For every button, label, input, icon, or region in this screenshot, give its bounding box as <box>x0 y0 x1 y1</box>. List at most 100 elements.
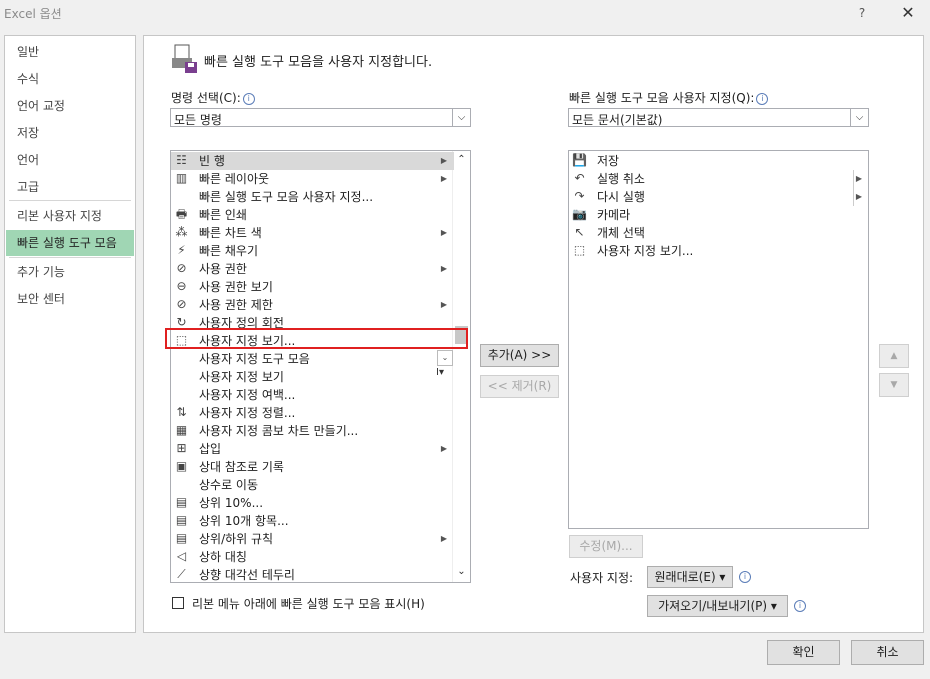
command-icon: ⚡ <box>177 243 186 257</box>
command-icon: ⁂ <box>175 225 188 239</box>
commands-scrollbar[interactable]: ⌃ ⌄ <box>452 151 470 582</box>
command-icon: ▥ <box>175 171 188 185</box>
sidebar-item-save[interactable]: 저장 <box>6 120 134 146</box>
command-label: 상위/하위 규칙 <box>199 532 274 546</box>
command-row[interactable]: ⊘ 사용 권한 제한 ▶ <box>171 296 454 314</box>
command-row[interactable]: ⟋ 상향 대각선 테두리 <box>171 566 454 582</box>
command-label: 사용 권한 보기 <box>199 280 273 294</box>
submenu-arrow-icon: ▶ <box>440 534 448 543</box>
command-label: 상위 10개 항목... <box>199 514 289 528</box>
sidebar-item-trust-center[interactable]: 보안 센터 <box>6 286 134 312</box>
command-label: 사용 권한 제한 <box>199 298 273 312</box>
toolbar-item-label: 저장 <box>597 154 620 168</box>
command-row[interactable]: ☷ 빈 행 ▶ <box>171 152 454 170</box>
command-label: 사용자 지정 여백... <box>199 388 296 402</box>
command-row[interactable]: ▦ 사용자 지정 콤보 차트 만들기... <box>171 422 454 440</box>
command-icon: ⊘ <box>176 261 187 275</box>
command-row[interactable]: ⁂ 빠른 차트 색 ▶ <box>171 224 454 242</box>
scroll-up-icon[interactable]: ⌃ <box>453 151 470 168</box>
command-row[interactable]: ⚡ 빠른 채우기 <box>171 242 454 260</box>
command-row[interactable]: ▤ 상위/하위 규칙 ▶ <box>171 530 454 548</box>
toolbar-item-row[interactable]: 💾 저장 <box>569 152 868 170</box>
window-title: Excel 옵션 <box>4 7 62 21</box>
command-label: 사용 권한 <box>199 262 247 276</box>
command-row[interactable]: ⇅ 사용자 지정 정렬... <box>171 404 454 422</box>
sidebar-item-customize-ribbon[interactable]: 리본 사용자 지정 <box>6 203 134 229</box>
sidebar-item-quick-access-toolbar[interactable]: 빠른 실행 도구 모음 <box>6 230 134 256</box>
command-icon: ◁ <box>176 549 187 563</box>
command-row[interactable]: 사용자 지정 도구 모음 <box>171 350 454 368</box>
sidebar-item-language[interactable]: 언어 <box>6 147 134 173</box>
show-below-ribbon-checkbox[interactable] <box>172 597 184 609</box>
choose-commands-value: 모든 명령 <box>174 113 222 127</box>
add-button[interactable]: 추가(A) >> <box>480 344 559 367</box>
toolbar-item-icon: ⬚ <box>573 243 586 257</box>
remove-button[interactable]: << 제거(R) <box>480 375 559 398</box>
toolbar-item-row[interactable]: ↖ 개체 선택 <box>569 224 868 242</box>
choose-commands-combo[interactable]: 모든 명령 ⌵ <box>170 108 471 127</box>
toolbar-dropdown-icon: ⌄ <box>437 350 453 366</box>
command-label: 상수로 이동 <box>199 478 259 492</box>
toolbar-item-row[interactable]: ⬚ 사용자 지정 보기... <box>569 242 868 260</box>
submenu-arrow-icon[interactable]: ▶ <box>853 170 864 188</box>
help-button[interactable]: ? <box>852 3 872 23</box>
command-row[interactable]: ⊞ 삽입 ▶ <box>171 440 454 458</box>
toolbar-item-label: 카메라 <box>597 208 631 222</box>
sidebar-item-proofing[interactable]: 언어 교정 <box>6 93 134 119</box>
ok-button[interactable]: 확인 <box>767 640 840 665</box>
customize-toolbar-combo[interactable]: 모든 문서(기본값) ⌵ <box>568 108 869 127</box>
move-up-button[interactable]: ▲ <box>879 344 909 368</box>
modify-button[interactable]: 수정(M)... <box>569 535 643 558</box>
command-row[interactable]: 🖶 빠른 인쇄 <box>171 206 454 224</box>
show-below-ribbon-label[interactable]: 리본 메뉴 아래에 빠른 실행 도구 모음 표시(H) <box>192 595 425 612</box>
command-row[interactable]: 빠른 실행 도구 모음 사용자 지정... <box>171 188 454 206</box>
toolbar-items-listbox[interactable]: 💾 저장 ↶ 실행 취소 ▶ ↷ 다시 실행 ▶ 📷 카메라 ↖ 개체 선택 ⬚ 사용자 지정 보기... <box>568 150 869 529</box>
command-row[interactable]: ▤ 상위 10개 항목... <box>171 512 454 530</box>
close-button[interactable]: ✕ <box>895 1 921 25</box>
command-icon: ▣ <box>175 459 188 473</box>
customize-toolbar-label: 빠른 실행 도구 모음 사용자 지정(Q): i <box>569 89 769 106</box>
command-row[interactable]: ▤ 상위 10%... <box>171 494 454 512</box>
command-icon: ▦ <box>175 423 188 437</box>
command-row[interactable]: ⊘ 사용 권한 ▶ <box>171 260 454 278</box>
chevron-down-icon[interactable]: ⌵ <box>452 109 470 126</box>
command-row[interactable]: ⊖ 사용 권한 보기 <box>171 278 454 296</box>
command-label: 빈 행 <box>199 154 225 168</box>
move-down-button[interactable]: ▼ <box>879 373 909 397</box>
command-row[interactable]: 사용자 지정 여백... <box>171 386 454 404</box>
command-icon <box>174 369 189 384</box>
choose-commands-text: 명령 선택(C): <box>171 91 241 105</box>
commands-listbox[interactable]: ⌃ ⌄ ☷ 빈 행 ▶ ▥ 빠른 레이아웃 ▶ 빠른 실행 도구 모음 사용자 지정... 🖶… <box>170 150 471 583</box>
submenu-arrow-icon[interactable]: ▶ <box>853 188 864 206</box>
chevron-down-icon[interactable]: ⌵ <box>850 109 868 126</box>
scroll-down-icon[interactable]: ⌄ <box>453 563 470 580</box>
toolbar-item-row[interactable]: ↷ 다시 실행 ▶ <box>569 188 868 206</box>
toolbar-item-row[interactable]: 📷 카메라 <box>569 206 868 224</box>
sidebar-item-advanced[interactable]: 고급 <box>6 174 134 200</box>
command-icon: ⊞ <box>176 441 187 455</box>
sidebar-divider <box>9 200 131 201</box>
reset-button[interactable]: 원래대로(E) ▾ <box>647 566 733 588</box>
info-icon: i <box>794 600 806 612</box>
command-row[interactable]: ▥ 빠른 레이아웃 ▶ <box>171 170 454 188</box>
toolbar-item-label: 사용자 지정 보기... <box>597 244 694 258</box>
command-label: 빠른 인쇄 <box>199 208 247 222</box>
command-label: 삽입 <box>199 442 222 456</box>
toolbar-item-label: 다시 실행 <box>597 190 645 204</box>
command-row[interactable]: 사용자 지정 보기 <box>171 368 454 386</box>
command-label: 사용자 지정 보기 <box>199 370 284 384</box>
toolbar-item-row[interactable]: ↶ 실행 취소 ▶ <box>569 170 868 188</box>
command-label: 빠른 차트 색 <box>199 226 262 240</box>
customize-toolbar-text: 빠른 실행 도구 모음 사용자 지정(Q): <box>569 91 755 105</box>
import-export-button[interactable]: 가져오기/내보내기(P) ▾ <box>647 595 788 617</box>
command-icon: ▤ <box>175 531 188 545</box>
toolbar-item-icon: ↷ <box>574 189 585 203</box>
cancel-button[interactable]: 취소 <box>851 640 924 665</box>
command-row[interactable]: ▣ 상대 참조로 기록 <box>171 458 454 476</box>
sidebar-item-formulas[interactable]: 수식 <box>6 66 134 92</box>
customizations-label: 사용자 지정: <box>570 571 634 585</box>
command-row[interactable]: ◁ 상하 대칭 <box>171 548 454 566</box>
sidebar-item-general[interactable]: 일반 <box>6 39 134 65</box>
command-row[interactable]: 상수로 이동 <box>171 476 454 494</box>
sidebar-item-add-ins[interactable]: 추가 기능 <box>6 259 134 285</box>
